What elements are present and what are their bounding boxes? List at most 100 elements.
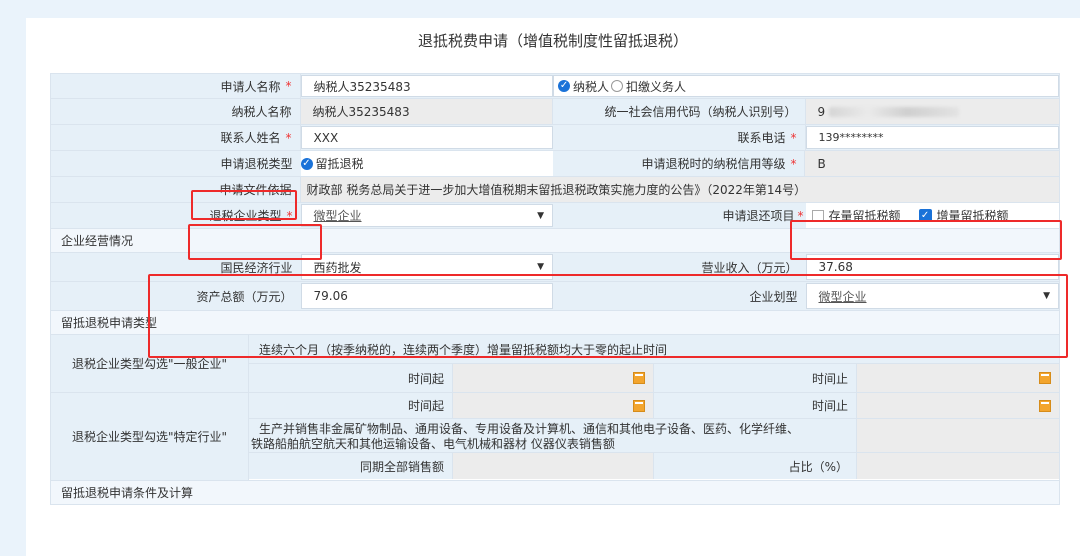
credit-code-field: 9 bbox=[805, 99, 1059, 124]
size-value: 微型企业 bbox=[818, 289, 867, 304]
special-label: 退税企业类型勾选"特定行业" bbox=[51, 393, 249, 480]
contact-label-cell: 联系人姓名 * bbox=[51, 125, 301, 150]
enterprise-type-select[interactable]: 微型企业 ▼ bbox=[300, 204, 554, 227]
special-start-input[interactable] bbox=[453, 393, 654, 418]
special-dates: 时间起 时间止 bbox=[249, 393, 1059, 419]
sales-label: 同期全部销售额 bbox=[249, 453, 453, 479]
size-label: 企业划型 bbox=[749, 289, 798, 304]
size-select[interactable]: 微型企业 ▼ bbox=[805, 283, 1059, 309]
general-desc: 连续六个月（按季纳税的，连续两个季度）增量留抵税额均大于零的起止时间 bbox=[249, 335, 1059, 364]
refund-items-group: 存量留抵税额 ✓ 增量留抵税额 bbox=[805, 203, 1059, 228]
section-type-title: 留抵退税申请类型 bbox=[61, 316, 158, 330]
credit-level-value: B bbox=[805, 151, 1059, 176]
required-mark: * bbox=[285, 79, 292, 93]
ratio-input[interactable] bbox=[857, 453, 1059, 479]
caret-down-icon: ▼ bbox=[537, 210, 545, 221]
page-title: 退抵税费申请（增值税制度性留抵退税） bbox=[417, 32, 688, 50]
general-start-input[interactable] bbox=[453, 364, 654, 392]
contact-input[interactable]: XXX bbox=[300, 126, 553, 149]
applicant-label-cell: 申请人名称 * bbox=[51, 74, 301, 98]
section-calc: 留抵退税申请条件及计算 bbox=[50, 481, 1060, 505]
special-desc-line2: 铁路船舶航空航天和其他运输设备、电气机械和器材 仪器仪表销售额 bbox=[251, 437, 615, 451]
contact-row: 联系人姓名 * XXX 联系电话 * 139******** bbox=[50, 125, 1060, 151]
sales-input[interactable] bbox=[453, 453, 654, 479]
special-end-input[interactable] bbox=[857, 393, 1059, 418]
required-mark: * bbox=[285, 130, 292, 145]
enterprise-type-row: 退税企业类型 * 微型企业 ▼ 申请退还项目 * 存量留抵税额 ✓ 增量留抵税额 bbox=[50, 203, 1060, 229]
special-sales-row: 同期全部销售额 占比（%） bbox=[249, 453, 1059, 479]
basis-label: 申请文件依据 bbox=[51, 177, 301, 202]
option-withholding[interactable]: 扣缴义务人 bbox=[626, 78, 686, 95]
industry-row: 国民经济行业 西药批发 ▼ 营业收入（万元） 37.68 bbox=[50, 253, 1060, 282]
required-mark: * bbox=[790, 156, 797, 171]
calendar-icon[interactable] bbox=[633, 372, 645, 384]
refund-items-label-cell: 申请退还项目 * bbox=[553, 203, 805, 228]
calendar-icon[interactable] bbox=[1039, 372, 1051, 384]
special-content: 时间起 时间止 生产并销售非金属矿物制品、通用设备、专用设备及计算机、通信和其他… bbox=[249, 393, 1059, 480]
special-block: 退税企业类型勾选"特定行业" 时间起 时间止 生产并销售非金属矿物制品、通用设备… bbox=[50, 393, 1060, 481]
option-taxpayer[interactable]: 纳税人 bbox=[573, 78, 609, 95]
credit-code-label: 统一社会信用代码（纳税人识别号） bbox=[553, 99, 806, 124]
caret-down-icon: ▼ bbox=[1043, 291, 1050, 301]
assets-row: 资产总额（万元） 79.06 企业划型 微型企业 ▼ bbox=[50, 282, 1060, 311]
section-business: 企业经营情况 bbox=[50, 229, 1060, 253]
increment-option[interactable]: 增量留抵税额 bbox=[937, 207, 1009, 224]
refund-form: 申请人名称 * 纳税人35235483 ✓ 纳税人 扣缴义务人 纳税人名称 纳税人… bbox=[50, 73, 1060, 505]
special-start-label: 时间起 bbox=[249, 393, 453, 418]
special-desc-line1: 生产并销售非金属矿物制品、通用设备、专用设备及计算机、通信和其他电子设备、医药、… bbox=[259, 422, 800, 436]
section-type: 留抵退税申请类型 bbox=[50, 311, 1060, 335]
assets-label: 资产总额（万元） bbox=[196, 289, 293, 304]
radio-empty-icon[interactable] bbox=[611, 80, 624, 92]
general-start-label: 时间起 bbox=[249, 364, 453, 392]
general-block: 退税企业类型勾选"一般企业" 连续六个月（按季纳税的，连续两个季度）增量留抵税额… bbox=[50, 335, 1060, 393]
check-icon[interactable]: ✓ bbox=[300, 157, 313, 170]
contact-value: XXX bbox=[313, 130, 339, 145]
assets-input[interactable]: 79.06 bbox=[300, 283, 553, 309]
contact-label: 联系人姓名 bbox=[220, 131, 281, 145]
refund-type-row: 申请退税类型 ✓ 留抵退税 申请退税时的纳税信用等级 * B bbox=[50, 151, 1060, 177]
phone-label: 联系电话 bbox=[737, 131, 786, 145]
checkbox-checked-icon[interactable]: ✓ bbox=[918, 209, 932, 222]
general-content: 连续六个月（按季纳税的，连续两个季度）增量留抵税额均大于零的起止时间 时间起 时… bbox=[249, 335, 1059, 392]
section-business-title: 企业经营情况 bbox=[61, 234, 134, 248]
basis-value: 财政部 税务总局关于进一步加大增值税期末留抵退税政策实施力度的公告》（2022年… bbox=[300, 177, 1059, 202]
revenue-value: 37.68 bbox=[818, 260, 853, 274]
taxpayer-value: 纳税人35235483 bbox=[300, 99, 553, 124]
credit-level-label: 申请退税时的纳税信用等级 bbox=[641, 157, 786, 171]
enterprise-type-label-cell: 退税企业类型 * bbox=[51, 203, 301, 228]
stock-option[interactable]: 存量留抵税额 bbox=[829, 207, 901, 224]
enterprise-type-value: 微型企业 bbox=[313, 209, 362, 223]
refund-type-label: 申请退税类型 bbox=[220, 157, 293, 171]
industry-label: 国民经济行业 bbox=[220, 260, 293, 275]
calendar-icon[interactable] bbox=[1039, 399, 1051, 412]
required-mark: * bbox=[286, 208, 293, 223]
applicant-role-group: ✓ 纳税人 扣缴义务人 bbox=[553, 75, 1060, 97]
refund-type-value: 留抵退税 bbox=[315, 157, 364, 171]
industry-select[interactable]: 西药批发 ▼ bbox=[300, 254, 553, 280]
calendar-icon[interactable] bbox=[633, 399, 645, 412]
caret-down-icon: ▼ bbox=[537, 262, 544, 272]
taxpayer-row: 纳税人名称 纳税人35235483 统一社会信用代码（纳税人识别号） 9 bbox=[50, 99, 1060, 125]
assets-value: 79.06 bbox=[313, 289, 348, 303]
special-sales-input[interactable] bbox=[857, 419, 1059, 452]
redacted-blur bbox=[829, 106, 960, 117]
special-desc-row: 生产并销售非金属矿物制品、通用设备、专用设备及计算机、通信和其他电子设备、医药、… bbox=[249, 419, 1059, 453]
phone-label-cell: 联系电话 * bbox=[553, 125, 806, 150]
refund-type-option[interactable]: ✓ 留抵退税 bbox=[300, 151, 553, 176]
credit-code-value: 9 bbox=[817, 104, 826, 119]
taxpayer-label: 纳税人名称 bbox=[51, 99, 301, 124]
required-mark: * bbox=[797, 208, 804, 223]
refund-items-label: 申请退还项目 bbox=[722, 209, 795, 223]
revenue-input[interactable]: 37.68 bbox=[805, 254, 1059, 280]
applicant-input[interactable]: 纳税人35235483 bbox=[300, 75, 554, 97]
checkbox-empty-icon[interactable] bbox=[811, 209, 824, 222]
phone-value: 139******** bbox=[818, 131, 884, 144]
check-icon[interactable]: ✓ bbox=[558, 80, 571, 92]
general-end-input[interactable] bbox=[857, 364, 1059, 392]
applicant-label: 申请人名称 bbox=[220, 79, 281, 94]
special-end-label: 时间止 bbox=[654, 393, 857, 418]
special-desc: 生产并销售非金属矿物制品、通用设备、专用设备及计算机、通信和其他电子设备、医药、… bbox=[249, 419, 857, 452]
applicant-value: 纳税人35235483 bbox=[313, 79, 411, 94]
phone-input[interactable]: 139******** bbox=[805, 126, 1059, 149]
general-end-label: 时间止 bbox=[654, 364, 857, 392]
